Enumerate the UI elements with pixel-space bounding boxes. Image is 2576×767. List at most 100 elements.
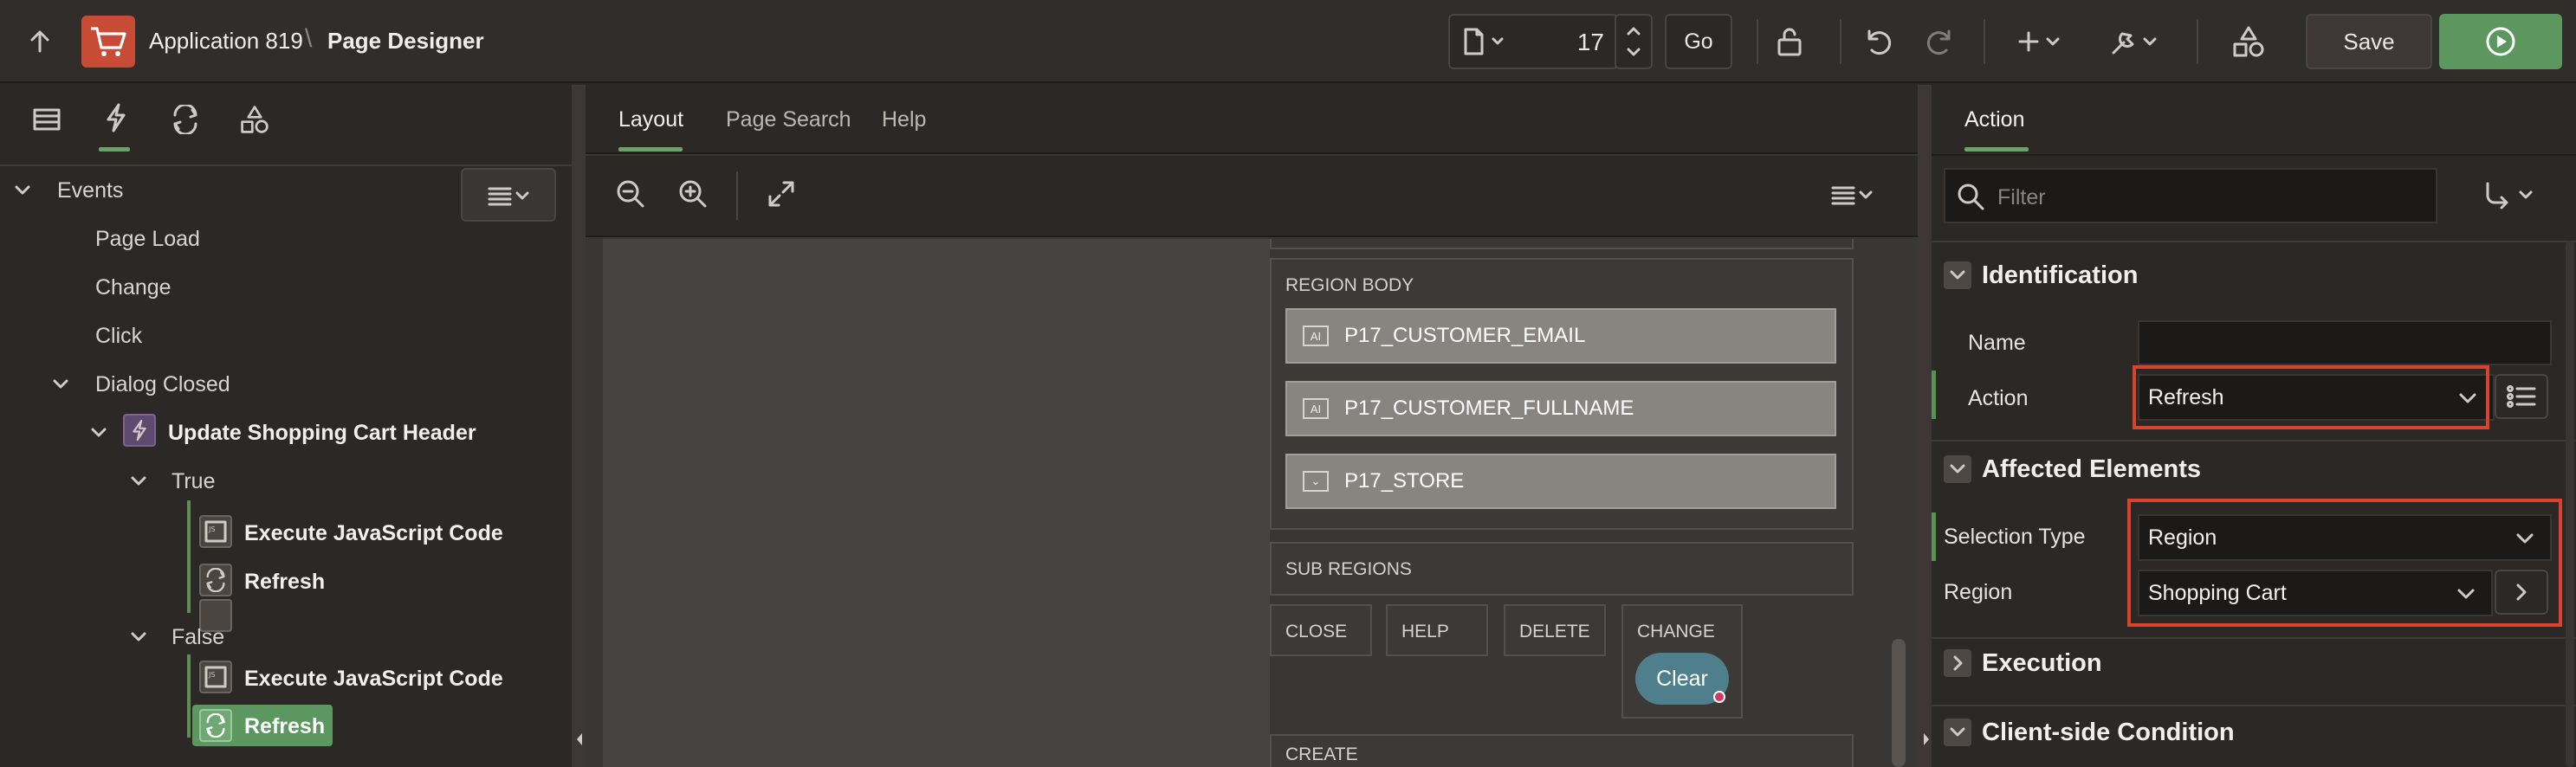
javascript-icon: JS xyxy=(199,515,232,548)
tree-branch-line xyxy=(187,654,191,738)
chevron-down-icon[interactable] xyxy=(1944,455,1971,483)
run-page-button[interactable] xyxy=(2439,14,2562,69)
utilities-wrench-icon[interactable] xyxy=(2110,24,2165,59)
tree-dialog-closed[interactable]: Dialog Closed xyxy=(95,372,230,397)
property-editor: Action Filter Identification Name Action… xyxy=(1932,85,2576,767)
chevron-down-icon[interactable] xyxy=(1944,261,1971,289)
create-slot[interactable]: CREATE xyxy=(1270,734,1854,767)
zoom-in-icon[interactable] xyxy=(676,177,710,211)
delete-slot[interactable]: DELETE xyxy=(1504,604,1606,656)
left-pane: Events Page Load Change Click Dialog Clo… xyxy=(0,85,572,767)
section-affected-elements[interactable]: Affected Elements xyxy=(1982,455,2201,484)
tree-page-load[interactable]: Page Load xyxy=(95,227,200,252)
section-client-side-condition[interactable]: Client-side Condition xyxy=(1982,719,2235,747)
page-item-fullname[interactable]: AI P17_CUSTOMER_FULLNAME xyxy=(1285,381,1836,436)
svg-text:JS: JS xyxy=(208,671,215,679)
filter-placeholder: Filter xyxy=(1997,185,2046,209)
highlight-box-action xyxy=(2133,365,2489,429)
chevron-down-icon[interactable] xyxy=(1944,719,1971,746)
vertical-scrollbar[interactable] xyxy=(1892,639,1906,767)
tree-false[interactable]: False xyxy=(172,625,224,650)
shared-components-tab-icon[interactable] xyxy=(237,102,272,137)
tree-menu-button[interactable] xyxy=(461,168,556,222)
right-splitter[interactable] xyxy=(1918,85,1932,767)
select-list-icon: ⌄ xyxy=(1303,471,1329,492)
chevron-down-icon[interactable] xyxy=(130,628,147,646)
page-item-store[interactable]: ⌄ P17_STORE xyxy=(1285,454,1836,509)
left-splitter[interactable] xyxy=(572,85,586,767)
chevron-down-icon[interactable] xyxy=(90,424,107,442)
page-stepper[interactable] xyxy=(1615,14,1653,69)
chevron-down-icon[interactable] xyxy=(14,182,31,199)
app-name[interactable]: Application 819 xyxy=(149,28,303,55)
page-selector[interactable]: 17 xyxy=(1448,14,1618,69)
lightning-icon xyxy=(123,414,156,447)
selection-type-label: Selection Type xyxy=(1944,525,2086,549)
page-item-email[interactable]: AI P17_CUSTOMER_EMAIL xyxy=(1285,308,1836,364)
text-field-icon: AI xyxy=(1303,325,1329,346)
action-label: Action xyxy=(1968,386,2029,410)
section-identification[interactable]: Identification xyxy=(1982,261,2138,290)
go-button[interactable]: Go xyxy=(1665,14,1732,69)
processing-tab-icon[interactable] xyxy=(168,102,203,137)
list-icon xyxy=(2507,385,2536,408)
tree-false-refresh[interactable]: Refresh xyxy=(244,714,325,739)
property-scrollbar[interactable] xyxy=(2566,241,2574,767)
tab-layout[interactable]: Layout xyxy=(618,107,683,132)
region-body-label: REGION BODY xyxy=(1285,275,1414,295)
name-field[interactable] xyxy=(2138,320,2552,365)
dynamic-action-indicator xyxy=(1713,691,1725,703)
redo-icon[interactable] xyxy=(1923,24,1958,59)
tree-true-refresh[interactable]: Refresh xyxy=(244,570,325,595)
undo-icon[interactable] xyxy=(1861,24,1895,59)
svg-text:JS: JS xyxy=(208,525,215,533)
zoom-out-icon[interactable] xyxy=(613,177,648,211)
tree-dynamic-action[interactable]: Update Shopping Cart Header xyxy=(168,421,476,446)
page-title: Page Designer xyxy=(327,28,484,54)
region-label: Region xyxy=(1944,580,2013,604)
go-to-group-icon[interactable] xyxy=(2482,178,2540,213)
refresh-icon xyxy=(199,564,232,596)
sub-regions-slot[interactable]: SUB REGIONS xyxy=(1270,542,1854,596)
tab-help[interactable]: Help xyxy=(882,107,926,132)
section-execution[interactable]: Execution xyxy=(1982,649,2102,678)
tree-click[interactable]: Click xyxy=(95,324,142,349)
highlight-box-affected-elements xyxy=(2127,499,2562,627)
tree-branch-line xyxy=(187,500,191,583)
top-toolbar: Application 819 \ Page Designer 17 Go Sa… xyxy=(0,0,2576,83)
save-button[interactable]: Save xyxy=(2306,14,2432,69)
page-number-value[interactable]: 17 xyxy=(1577,29,1604,56)
rendering-tab-icon[interactable] xyxy=(29,102,64,137)
tree-false-execute-js[interactable]: Execute JavaScript Code xyxy=(244,667,503,692)
chevron-down-icon[interactable] xyxy=(130,473,147,490)
layout-grid-area xyxy=(603,239,1270,767)
list-of-values-button[interactable] xyxy=(2495,374,2548,419)
close-slot[interactable]: CLOSE xyxy=(1270,604,1372,656)
tree-events[interactable]: Events xyxy=(57,178,123,203)
refresh-icon xyxy=(199,709,232,742)
filter-input[interactable]: Filter xyxy=(1944,168,2437,223)
create-menu-icon[interactable] xyxy=(2018,24,2070,59)
chevron-right-icon[interactable] xyxy=(1944,649,1971,677)
cart-icon[interactable] xyxy=(81,16,135,68)
tree-true-execute-js[interactable]: Execute JavaScript Code xyxy=(244,521,503,546)
tab-action[interactable]: Action xyxy=(1964,107,2024,132)
menu-icon xyxy=(488,187,529,206)
up-arrow-icon[interactable] xyxy=(24,26,55,57)
unlock-icon[interactable] xyxy=(1772,24,1807,59)
tab-page-search[interactable]: Page Search xyxy=(726,107,851,132)
breadcrumb-separator: \ xyxy=(305,24,313,53)
text-field-icon: AI xyxy=(1303,398,1329,419)
name-label: Name xyxy=(1968,331,2026,355)
help-slot[interactable]: HELP xyxy=(1386,604,1488,656)
layout-menu-icon[interactable] xyxy=(1828,177,1880,211)
tree-true[interactable]: True xyxy=(172,469,215,494)
search-icon xyxy=(1958,184,1984,210)
play-icon xyxy=(2486,27,2515,56)
chevron-down-icon[interactable] xyxy=(52,376,69,393)
tree-change[interactable]: Change xyxy=(95,275,172,300)
shared-components-icon[interactable] xyxy=(2230,24,2268,59)
expand-icon[interactable] xyxy=(764,177,799,211)
dynamic-actions-tab-icon[interactable] xyxy=(99,100,133,135)
javascript-icon: JS xyxy=(199,661,232,693)
